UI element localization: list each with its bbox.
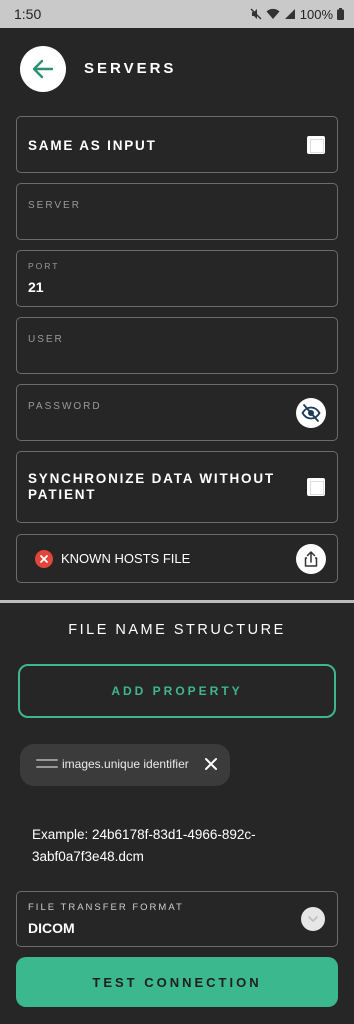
back-button[interactable] [20,46,66,92]
eye-off-icon [301,404,321,422]
file-transfer-format-select[interactable]: FILE TRANSFER FORMAT DICOM [16,891,338,947]
known-hosts-label: KNOWN HOSTS FILE [61,551,191,566]
upload-known-hosts-button[interactable] [296,544,326,574]
sync-without-patient-checkbox[interactable] [307,478,325,496]
status-time: 1:50 [14,6,42,22]
property-chip[interactable]: images.unique identifier [20,744,230,786]
file-name-example: Example: 24b6178f-83d1-4966-892c-3abf0a7… [32,827,256,864]
same-as-input-label: SAME AS INPUT [28,138,157,153]
sync-without-patient-field[interactable]: SYNCHRONIZE DATA WITHOUT PATIENT [16,451,338,523]
drag-handle-icon[interactable] [36,759,58,773]
port-label: PORT [28,261,60,271]
status-bar: 1:50 100% [0,0,354,28]
sync-without-patient-label: SYNCHRONIZE DATA WITHOUT PATIENT [28,471,275,502]
password-field[interactable]: PASSWORD [16,384,338,441]
section-divider [0,600,354,603]
password-visibility-toggle[interactable] [296,398,326,428]
arrow-left-icon [32,59,54,79]
wifi-icon [266,8,280,19]
server-field[interactable]: SERVER [16,183,338,240]
status-icons: 100% [250,7,344,22]
port-input[interactable]: 21 [28,279,44,295]
signal-icon [284,9,295,19]
test-connection-button[interactable]: TEST CONNECTION [16,957,338,1007]
close-icon[interactable] [204,757,218,771]
page-title: SERVERS [84,60,177,77]
port-field[interactable]: PORT 21 [16,250,338,307]
user-label: USER [28,334,64,345]
server-label: SERVER [28,200,81,211]
error-x-icon [35,550,53,568]
battery-text: 100% [299,6,333,22]
header: SERVERS [0,28,354,110]
same-as-input-field[interactable]: SAME AS INPUT [16,116,338,173]
file-transfer-format-label: FILE TRANSFER FORMAT [28,902,184,913]
file-transfer-format-value: DICOM [28,920,75,936]
property-chip-label: images.unique identifier [62,757,189,771]
user-field[interactable]: USER [16,317,338,374]
known-hosts-field[interactable]: KNOWN HOSTS FILE [16,534,338,583]
mute-icon [250,8,262,20]
battery-icon [337,8,344,20]
file-name-structure-title: FILE NAME STRUCTURE [68,622,286,638]
add-property-button[interactable]: ADD PROPERTY [18,664,336,718]
same-as-input-checkbox[interactable] [307,136,325,154]
chevron-down-icon[interactable] [301,907,325,931]
upload-icon [304,551,318,567]
password-label: PASSWORD [28,401,102,412]
